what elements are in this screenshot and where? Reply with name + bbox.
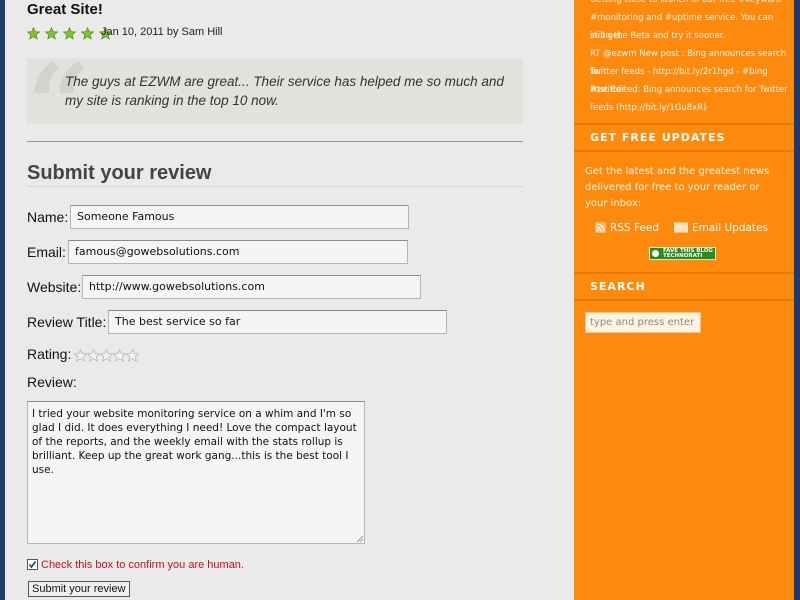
review-label: Review:	[27, 374, 77, 390]
website-field[interactable]: http://www.gowebsolutions.com	[82, 275, 421, 299]
badge-text: FAVE THIS BLOG TECHNORATI	[663, 247, 713, 259]
rss-feed-label: RSS Feed	[610, 222, 660, 234]
review-meta: Jan 10, 2011 by Sam Hill	[101, 26, 223, 38]
human-check-label: Check this box to confirm you are human.	[41, 559, 244, 571]
star-icon[interactable]	[87, 349, 100, 362]
form-heading: Submit your review	[27, 162, 212, 184]
star-icon[interactable]	[126, 349, 139, 362]
heading-underline	[27, 186, 523, 187]
updates-text: Get the latest and the greatest news del…	[585, 166, 770, 209]
divider	[27, 141, 523, 142]
email-field[interactable]: famous@gowebsolutions.com	[68, 240, 408, 264]
search-heading: SEARCH	[590, 280, 646, 293]
tweet-line: Post Edited: Bing announces search for T…	[590, 85, 788, 95]
human-check-checkbox[interactable]	[27, 559, 38, 570]
tweet-line: in on the Beta and try it sooner.	[590, 31, 726, 41]
rss-icon	[595, 222, 606, 233]
name-field[interactable]: Someone Famous	[70, 205, 409, 229]
star-icon	[45, 27, 59, 40]
rating-label: Rating:	[27, 346, 72, 362]
sidebar-divider	[574, 299, 794, 301]
email-icon	[674, 222, 688, 233]
star-icon	[63, 27, 77, 40]
email-updates-link[interactable]: Email Updates	[674, 222, 768, 234]
submit-review-button[interactable]: Submit your review	[28, 581, 130, 597]
rss-feed-link[interactable]: RSS Feed	[595, 222, 659, 234]
sidebar-divider	[574, 123, 794, 125]
star-icon	[81, 27, 95, 40]
resize-grip-icon[interactable]	[355, 534, 363, 542]
review-title-label: Review Title:	[27, 314, 107, 330]
rating-input[interactable]	[74, 347, 139, 366]
name-label: Name:	[27, 209, 69, 225]
main-content: Great Site! Jan 10, 2011 by Sam Hill “ T…	[5, 0, 574, 600]
star-icon[interactable]	[113, 349, 126, 362]
email-label: Email:	[27, 244, 66, 260]
checkmark-icon	[28, 561, 37, 569]
quote-text: The guys at EZWM are great... Their serv…	[65, 74, 504, 108]
page-frame-right	[794, 0, 800, 600]
review-rating	[27, 25, 113, 40]
review-text: I tried your website monitoring service …	[32, 408, 357, 476]
email-updates-label: Email Updates	[692, 222, 768, 234]
tweet-line: Getting close to launch of our free #key…	[590, 0, 782, 5]
technorati-badge[interactable]: FAVE THIS BLOG TECHNORATI	[649, 247, 716, 260]
technorati-icon	[652, 250, 659, 257]
review-textarea[interactable]: I tried your website monitoring service …	[27, 401, 365, 544]
star-icon[interactable]	[74, 349, 87, 362]
sidebar-divider	[574, 272, 794, 274]
star-icon	[27, 27, 40, 40]
review-title: Great Site!	[27, 1, 103, 18]
review-title-field[interactable]: The best service so far	[108, 310, 447, 334]
star-icon[interactable]	[100, 349, 113, 362]
website-label: Website:	[27, 279, 82, 295]
updates-heading: GET FREE UPDATES	[590, 131, 726, 144]
review-quote: “ The guys at EZWM are great... Their se…	[27, 50, 523, 160]
tweet-line: feeds (http://bit.ly/1Gu8xR)	[590, 103, 707, 113]
search-input[interactable]: type and press enter	[585, 312, 701, 333]
sidebar: Getting close to launch of our free #key…	[574, 0, 794, 600]
sidebar-divider	[574, 150, 794, 152]
